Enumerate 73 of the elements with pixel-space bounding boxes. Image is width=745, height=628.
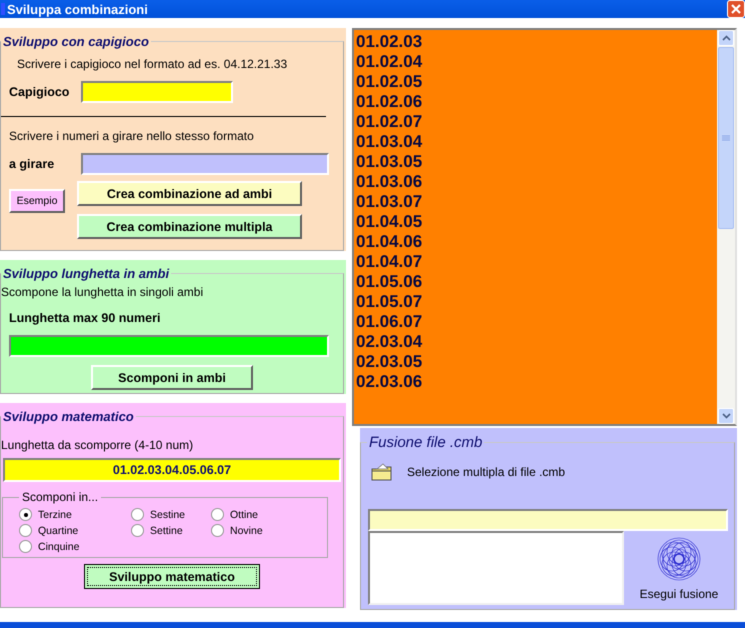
list-item[interactable]: 01.03.05 (356, 152, 717, 172)
radio-button[interactable] (19, 508, 32, 521)
radio-button[interactable] (19, 540, 32, 553)
list-item[interactable]: 01.03.06 (356, 172, 717, 192)
radio-option[interactable]: Sestine (131, 508, 211, 521)
a-girare-field[interactable] (81, 153, 329, 175)
list-item[interactable]: 01.05.07 (356, 292, 717, 312)
grip-icon[interactable] (722, 135, 730, 141)
scomponi-button[interactable]: Scomponi in ambi (91, 365, 253, 390)
field-label: Capigioco (9, 85, 69, 99)
create-button[interactable]: Crea combinazione multipla (77, 214, 302, 239)
list-item[interactable]: 01.03.07 (356, 192, 717, 212)
option-label: Novine (230, 524, 263, 536)
list-item[interactable]: 01.02.05 (356, 72, 717, 92)
capigioco-field[interactable] (81, 81, 233, 103)
lunghetta-field[interactable] (9, 335, 329, 357)
scrollbar[interactable] (717, 30, 735, 424)
create-button[interactable]: Crea combinazione ad ambi (77, 181, 302, 206)
list-item[interactable]: 01.04.07 (356, 252, 717, 272)
option-label: Cinquine (38, 540, 80, 552)
radio-button[interactable] (131, 508, 144, 521)
panel-title: Sviluppo lunghetta in ambi (2, 266, 170, 281)
file-path-field[interactable] (368, 509, 728, 531)
radio-option[interactable]: Ottine (211, 508, 263, 521)
close-button[interactable] (727, 0, 745, 18)
panel-title: Sviluppo con capigioco (2, 34, 150, 49)
radio-button[interactable] (211, 508, 224, 521)
scroll-up-icon[interactable] (722, 35, 730, 41)
list-item[interactable]: 02.03.04 (356, 332, 717, 352)
list-item[interactable]: 01.03.04 (356, 132, 717, 152)
panel-title: Sviluppo matematico (2, 409, 135, 424)
option-label: Settine (150, 524, 183, 536)
radio-option[interactable]: Cinquine (19, 540, 131, 553)
list-item[interactable]: 02.03.05 (356, 352, 717, 372)
run-fusion-button[interactable]: Esegui fusione (624, 531, 734, 605)
sviluppo-button[interactable]: Sviluppo matematico (84, 564, 260, 589)
radio-button[interactable] (211, 524, 224, 537)
example-button[interactable]: Esempio (9, 189, 65, 213)
scroll-down-icon[interactable] (722, 413, 730, 419)
list-item[interactable]: 01.02.04 (356, 52, 717, 72)
radio-option[interactable]: Quartine (19, 524, 131, 537)
hint-text: Scompone la lunghetta in singoli ambi (1, 284, 204, 301)
field-label: Lunghetta max 90 numeri (8, 310, 162, 327)
option-label: Ottine (230, 508, 258, 520)
list-item[interactable]: 01.04.06 (356, 232, 717, 252)
option-label: Quartine (38, 524, 78, 536)
list-item[interactable]: 01.04.05 (356, 212, 717, 232)
radio-button[interactable] (131, 524, 144, 537)
file-list[interactable] (368, 531, 624, 605)
panel-title: Fusione file .cmb (368, 434, 484, 451)
field-label: a girare (9, 157, 56, 171)
folder-icon[interactable] (371, 463, 393, 481)
list-item[interactable]: 01.06.07 (356, 312, 717, 332)
radio-option[interactable]: Settine (131, 524, 211, 537)
close-icon (730, 3, 742, 15)
list-item[interactable]: 01.02.06 (356, 92, 717, 112)
radio-option[interactable]: Novine (211, 524, 263, 537)
option-label: Terzine (38, 508, 72, 520)
hint-text: Scrivere i numeri a girare nello stesso formato (8, 128, 255, 145)
radio-option[interactable]: Terzine (19, 508, 131, 521)
hint-text: Lunghetta da scomporre (4-10 num) (1, 437, 194, 454)
group-title: Scomponi in... (21, 490, 100, 504)
list-item[interactable]: 01.05.06 (356, 272, 717, 292)
app-icon (1, 3, 5, 15)
select-files-label[interactable]: Selezione multipla di file .cmb (407, 465, 566, 479)
list-item[interactable]: 01.02.03 (356, 32, 717, 52)
lunghetta-input[interactable]: 01.02.03.04.05.06.07 (3, 458, 341, 482)
hint-text: Scrivere i capigioco nel formato ad es. 04.12.21.33 (16, 56, 288, 73)
list-item[interactable]: 01.02.07 (356, 112, 717, 132)
window-title: Sviluppa combinazioni (7, 2, 149, 16)
list-item[interactable]: 02.03.06 (356, 372, 717, 392)
option-label: Sestine (150, 508, 186, 520)
radio-button[interactable] (19, 524, 32, 537)
